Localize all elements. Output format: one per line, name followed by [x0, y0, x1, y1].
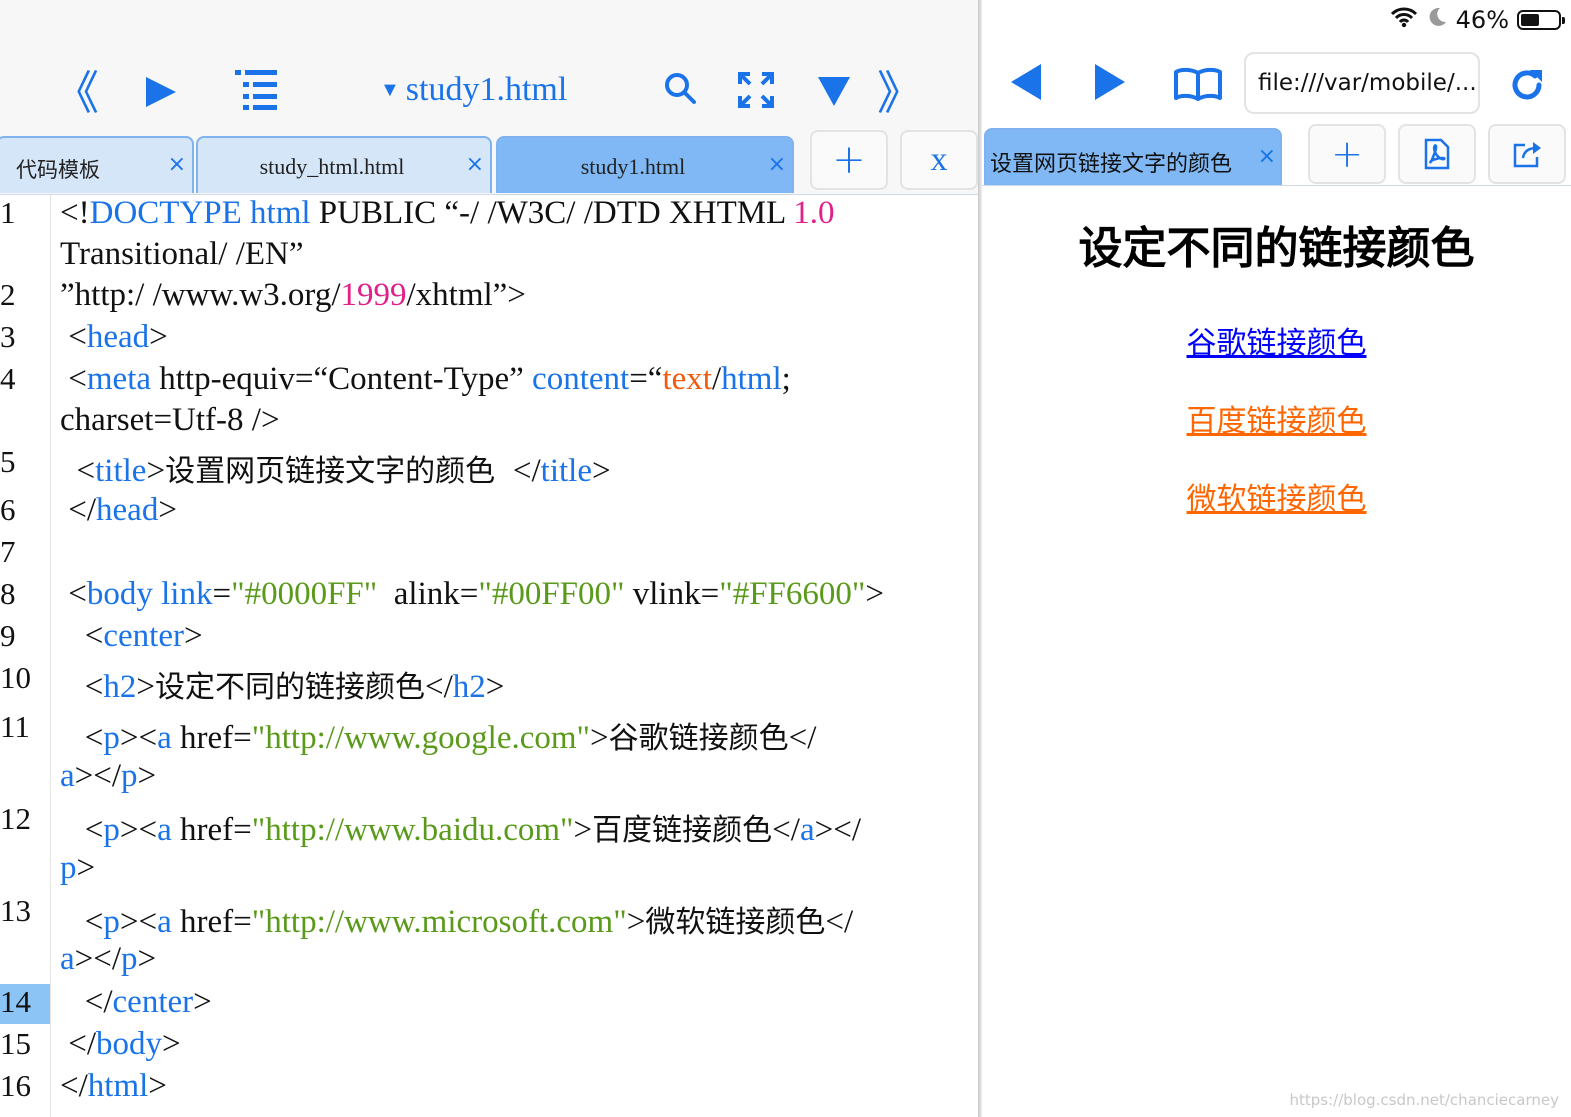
code-line-4-wrap: charset=Utf-8 /> [60, 402, 280, 438]
file-title-dropdown[interactable]: ▼ study1.html [380, 66, 567, 114]
new-tab-button[interactable]: + [810, 130, 888, 190]
link-row-google: 谷歌链接颜色 [982, 318, 1571, 362]
fullscreen-icon[interactable] [736, 70, 776, 110]
close-icon[interactable]: × [466, 152, 484, 177]
tab-label: 代码模板 [16, 158, 100, 182]
line-number: 9 [0, 618, 16, 653]
line-number: 13 [0, 893, 31, 928]
line-number: 11 [0, 709, 30, 744]
line-number: 8 [0, 576, 16, 611]
code-line-11: <p><a href="http://www.google.com">谷歌链接颜… [60, 720, 817, 756]
line-number: 5 [0, 444, 16, 479]
line-number: 15 [0, 1026, 31, 1061]
tab-label: 设置网页链接文字的颜色 [990, 152, 1233, 177]
line-number: 16 [0, 1068, 31, 1103]
battery-percent: 46% [1455, 6, 1509, 34]
forward-icon[interactable] [1090, 62, 1130, 102]
search-icon[interactable] [660, 68, 700, 108]
tab-label: study1.html [580, 154, 686, 179]
code-editor-pane: 《 ▼ study1.html 》 代码模板 × study_html.html… [0, 0, 978, 1117]
new-tab-button[interactable]: + [1308, 124, 1386, 184]
line-number: 4 [0, 361, 16, 396]
dropdown-icon[interactable] [814, 72, 854, 110]
run-icon[interactable] [140, 70, 180, 114]
tab-code-template[interactable]: 代码模板 × [0, 136, 194, 193]
code-line-12-wrap: p> [60, 850, 96, 886]
back-icon[interactable] [1006, 62, 1046, 102]
close-all-tabs-button[interactable]: x [900, 130, 978, 190]
code-line-13: <p><a href="http://www.microsoft.com">微软… [60, 904, 854, 940]
line-number: 7 [0, 534, 16, 569]
next-file-icon[interactable]: 》 [877, 64, 923, 120]
line-number-current: 14 [0, 984, 50, 1024]
share-icon[interactable] [1488, 124, 1566, 184]
code-line-9: <center> [60, 618, 203, 654]
code-line-13-wrap: a></p> [60, 941, 157, 977]
line-number: 3 [0, 319, 16, 354]
outline-icon[interactable] [232, 66, 280, 112]
close-icon[interactable]: × [168, 152, 186, 177]
code-line-2: ”http:/ /www.w3.org/1999/xhtml”> [60, 277, 526, 313]
code-line-6: </head> [60, 492, 177, 528]
tab-preview[interactable]: 设置网页链接文字的颜色 × [984, 128, 1282, 185]
code-line-1: <!DOCTYPE html PUBLIC “-/ /W3C/ /DTD XHT… [60, 195, 835, 231]
page-heading: 设定不同的链接颜色 [1078, 223, 1475, 274]
baidu-link[interactable]: 百度链接颜色 [1187, 404, 1367, 439]
code-line-16: </html> [60, 1068, 167, 1104]
link-row-microsoft: 微软链接颜色 [982, 474, 1571, 518]
code-line-3: <head> [60, 319, 168, 355]
close-icon[interactable]: × [768, 152, 786, 177]
line-number: 12 [0, 801, 31, 836]
reload-icon[interactable] [1506, 64, 1548, 106]
tab-study1[interactable]: study1.html × [496, 136, 794, 193]
code-line-15: </body> [60, 1026, 181, 1062]
code-line-11-wrap: a></p> [60, 758, 157, 794]
code-line-5: <title>设置网页链接文字的颜色 </title> [60, 453, 611, 489]
google-link[interactable]: 谷歌链接颜色 [1187, 326, 1367, 361]
microsoft-link[interactable]: 微软链接颜色 [1187, 482, 1367, 517]
prev-file-icon[interactable]: 《 [53, 64, 99, 120]
code-line-12: <p><a href="http://www.baidu.com">百度链接颜色… [60, 812, 861, 848]
pdf-icon[interactable] [1398, 124, 1476, 184]
code-line-10: <h2>设定不同的链接颜色</h2> [60, 669, 505, 705]
line-number: 2 [0, 277, 16, 312]
battery-icon [1517, 10, 1565, 30]
code-line-4: <meta http-equiv=“Content-Type” content=… [60, 361, 791, 397]
tab-study-html[interactable]: study_html.html × [196, 136, 492, 193]
tab-bar-divider [982, 185, 1571, 186]
watermark: https://blog.csdn.net/chanciecarney [1289, 1091, 1559, 1109]
tab-label: study_html.html [259, 154, 405, 179]
link-row-baidu: 百度链接颜色 [982, 396, 1571, 440]
status-bar: 46% [1390, 4, 1565, 36]
bookmarks-icon[interactable] [1172, 64, 1224, 104]
url-field[interactable]: file:///var/mobile/... [1244, 52, 1480, 114]
preview-browser-pane: 46% file:///var/mobile/... 设置网页链接文字的颜色 ×… [982, 0, 1571, 1117]
file-title-label: study1.html [405, 71, 568, 108]
close-icon[interactable]: × [1258, 144, 1276, 169]
code-line-1-wrap: Transitional/ /EN” [60, 236, 304, 272]
line-number: 10 [0, 660, 31, 695]
code-line-8: <body link="#0000FF" alink="#00FF00" vli… [60, 576, 884, 612]
editor-toolbar: 《 ▼ study1.html 》 [0, 0, 978, 128]
line-number: 1 [0, 195, 16, 230]
chevron-down-icon: ▼ [380, 78, 400, 101]
line-number: 6 [0, 492, 16, 527]
wifi-icon [1390, 6, 1418, 34]
code-line-14: </center> [60, 984, 212, 1020]
moon-icon [1426, 6, 1448, 34]
